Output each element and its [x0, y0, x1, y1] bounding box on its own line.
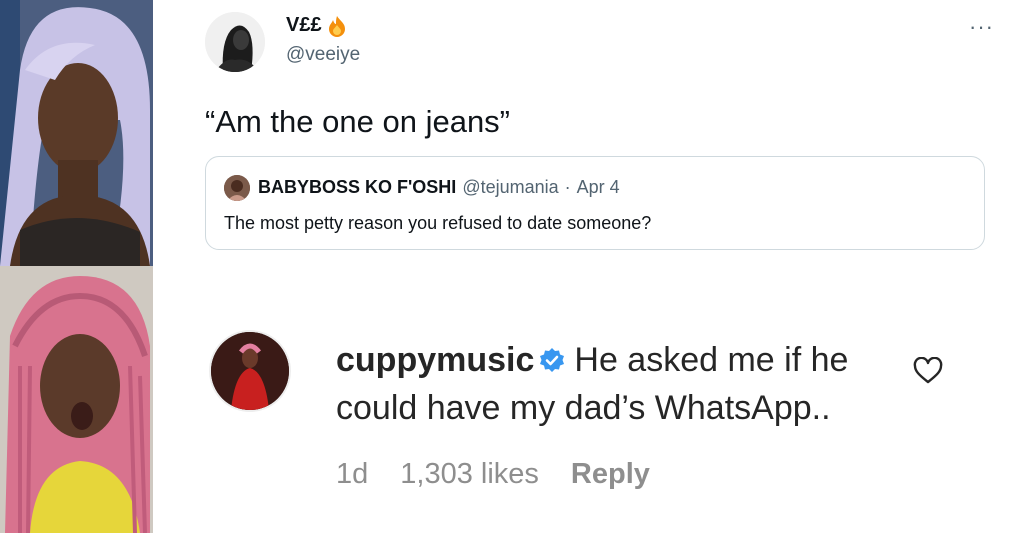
quoted-author-handle: @tejumania — [462, 177, 559, 197]
reaction-photo-top — [0, 0, 153, 266]
woman-pink-braids-image — [0, 266, 153, 533]
quoted-text: The most petty reason you refused to dat… — [224, 213, 652, 233]
reaction-photo-bottom — [0, 266, 153, 533]
commenter-avatar[interactable] — [209, 330, 291, 412]
tweet-card: V££ @veeiye ··· “Am the one on jeans” BA… — [153, 0, 1024, 262]
more-options-icon[interactable]: ··· — [969, 14, 994, 40]
quoted-author-name: BABYBOSS KO F'OSHI — [258, 177, 457, 197]
reply-button[interactable]: Reply — [571, 458, 650, 491]
verified-badge-icon — [540, 348, 565, 372]
fire-icon — [328, 15, 345, 37]
author-name[interactable]: V££ — [286, 14, 322, 37]
comment-body: cuppymusic He asked me if he could have m… — [336, 336, 896, 432]
quoted-header: BABYBOSS KO F'OSHI @tejumania · Apr 4 — [258, 177, 620, 198]
quoted-date: Apr 4 — [576, 177, 620, 197]
author-name-row[interactable]: V££ — [286, 14, 347, 37]
tweet-text: “Am the one on jeans” — [205, 104, 511, 139]
instagram-comment: cuppymusic He asked me if he could have m… — [153, 262, 1024, 533]
quoted-tweet[interactable]: BABYBOSS KO F'OSHI @tejumania · Apr 4 Th… — [205, 156, 985, 250]
like-button[interactable] — [913, 356, 943, 390]
author-handle[interactable]: @veeiye — [286, 44, 360, 66]
commenter-avatar-image — [211, 332, 289, 410]
author-avatar[interactable] — [205, 12, 265, 72]
heart-outline-icon — [913, 356, 943, 384]
quoted-avatar-image — [224, 175, 250, 201]
comment-username[interactable]: cuppymusic — [336, 341, 534, 379]
quoted-author-avatar — [224, 175, 250, 201]
comment-time: 1d — [336, 458, 369, 490]
woman-lilac-hair-image — [0, 0, 153, 266]
comment-meta: 1d 1,303 likes Reply — [336, 458, 650, 491]
quoted-separator: · — [564, 177, 571, 197]
avatar-image — [205, 12, 265, 72]
comment-likes[interactable]: 1,303 likes — [400, 458, 539, 491]
